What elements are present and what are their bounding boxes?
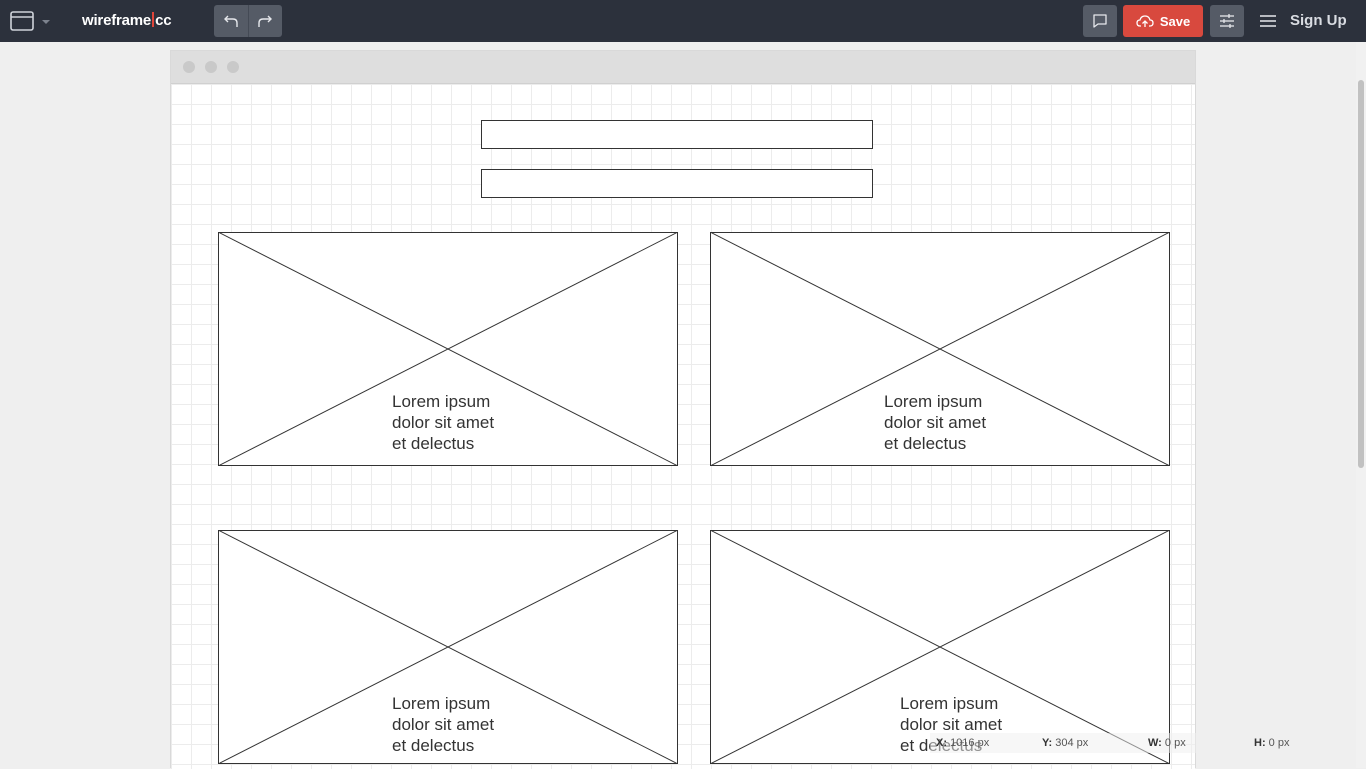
wireframe-input-2[interactable] <box>481 169 873 198</box>
image-placeholder[interactable]: Lorem ipsum dolor sit amet et delectus <box>710 232 1170 466</box>
caption-line: et delectus <box>884 434 967 453</box>
caption-line: dolor sit amet <box>392 413 495 432</box>
logo-separator <box>152 12 155 27</box>
undo-button[interactable] <box>214 5 248 37</box>
vertical-scrollbar[interactable] <box>1356 42 1366 768</box>
undo-icon <box>224 15 238 27</box>
settings-button[interactable] <box>1210 5 1244 37</box>
top-toolbar: wireframe cc Save Sign Up <box>0 0 1366 42</box>
caption-line: dolor sit amet <box>900 715 1003 734</box>
caption-line: Lorem ipsum <box>392 392 491 411</box>
sliders-icon <box>1220 14 1234 28</box>
browser-wireframe-frame: Lorem ipsum dolor sit amet et delectus L… <box>170 50 1196 769</box>
browser-window-icon[interactable] <box>10 11 34 31</box>
redo-icon <box>258 15 272 27</box>
window-dot-icon <box>183 61 195 73</box>
caption-line: et delectus <box>392 736 475 755</box>
placeholder-caption: Lorem ipsum dolor sit amet et delectus <box>884 391 986 454</box>
placeholder-caption: Lorem ipsum dolor sit amet et delectus <box>392 693 494 756</box>
comment-icon <box>1093 14 1107 28</box>
y-coordinate: Y: 304 px <box>1042 737 1089 749</box>
image-placeholder[interactable]: Lorem ipsum dolor sit amet et delectus <box>218 530 678 764</box>
caption-line: Lorem ipsum <box>392 694 491 713</box>
save-button[interactable]: Save <box>1123 5 1203 37</box>
caption-line: et delectus <box>392 434 475 453</box>
scrollbar-thumb[interactable] <box>1358 80 1364 468</box>
logo-text-right: cc <box>155 12 172 29</box>
selection-coordinates: X: 1016 px Y: 304 px W: 0 px H: 0 px <box>930 733 1356 753</box>
comment-button[interactable] <box>1083 5 1117 37</box>
x-coordinate: X: 1016 px <box>936 737 990 749</box>
design-canvas[interactable]: Lorem ipsum dolor sit amet et delectus L… <box>171 84 1195 769</box>
image-placeholder[interactable]: Lorem ipsum dolor sit amet et delectus <box>710 530 1170 764</box>
image-placeholder[interactable]: Lorem ipsum dolor sit amet et delectus <box>218 232 678 466</box>
width-readout: W: 0 px <box>1148 737 1186 749</box>
browser-frame-titlebar <box>171 51 1195 84</box>
window-dot-icon <box>205 61 217 73</box>
caret-down-icon[interactable] <box>40 15 52 27</box>
save-button-label: Save <box>1159 13 1191 29</box>
app-logo[interactable]: wireframe cc <box>82 12 172 29</box>
redo-button[interactable] <box>248 5 282 37</box>
height-readout: H: 0 px <box>1254 737 1290 749</box>
caption-line: dolor sit amet <box>392 715 495 734</box>
history-controls <box>214 5 282 37</box>
hamburger-menu-icon <box>1260 15 1276 27</box>
logo-text-left: wireframe <box>82 12 152 29</box>
placeholder-caption: Lorem ipsum dolor sit amet et delectus <box>392 391 494 454</box>
sign-up-link[interactable]: Sign Up <box>1290 12 1347 29</box>
caption-line: dolor sit amet <box>884 413 987 432</box>
cloud-upload-icon <box>1136 15 1154 27</box>
window-dot-icon <box>227 61 239 73</box>
wireframe-input-1[interactable] <box>481 120 873 149</box>
main-menu-button[interactable] <box>1258 11 1278 31</box>
caption-line: Lorem ipsum <box>900 694 999 713</box>
caption-line: Lorem ipsum <box>884 392 983 411</box>
